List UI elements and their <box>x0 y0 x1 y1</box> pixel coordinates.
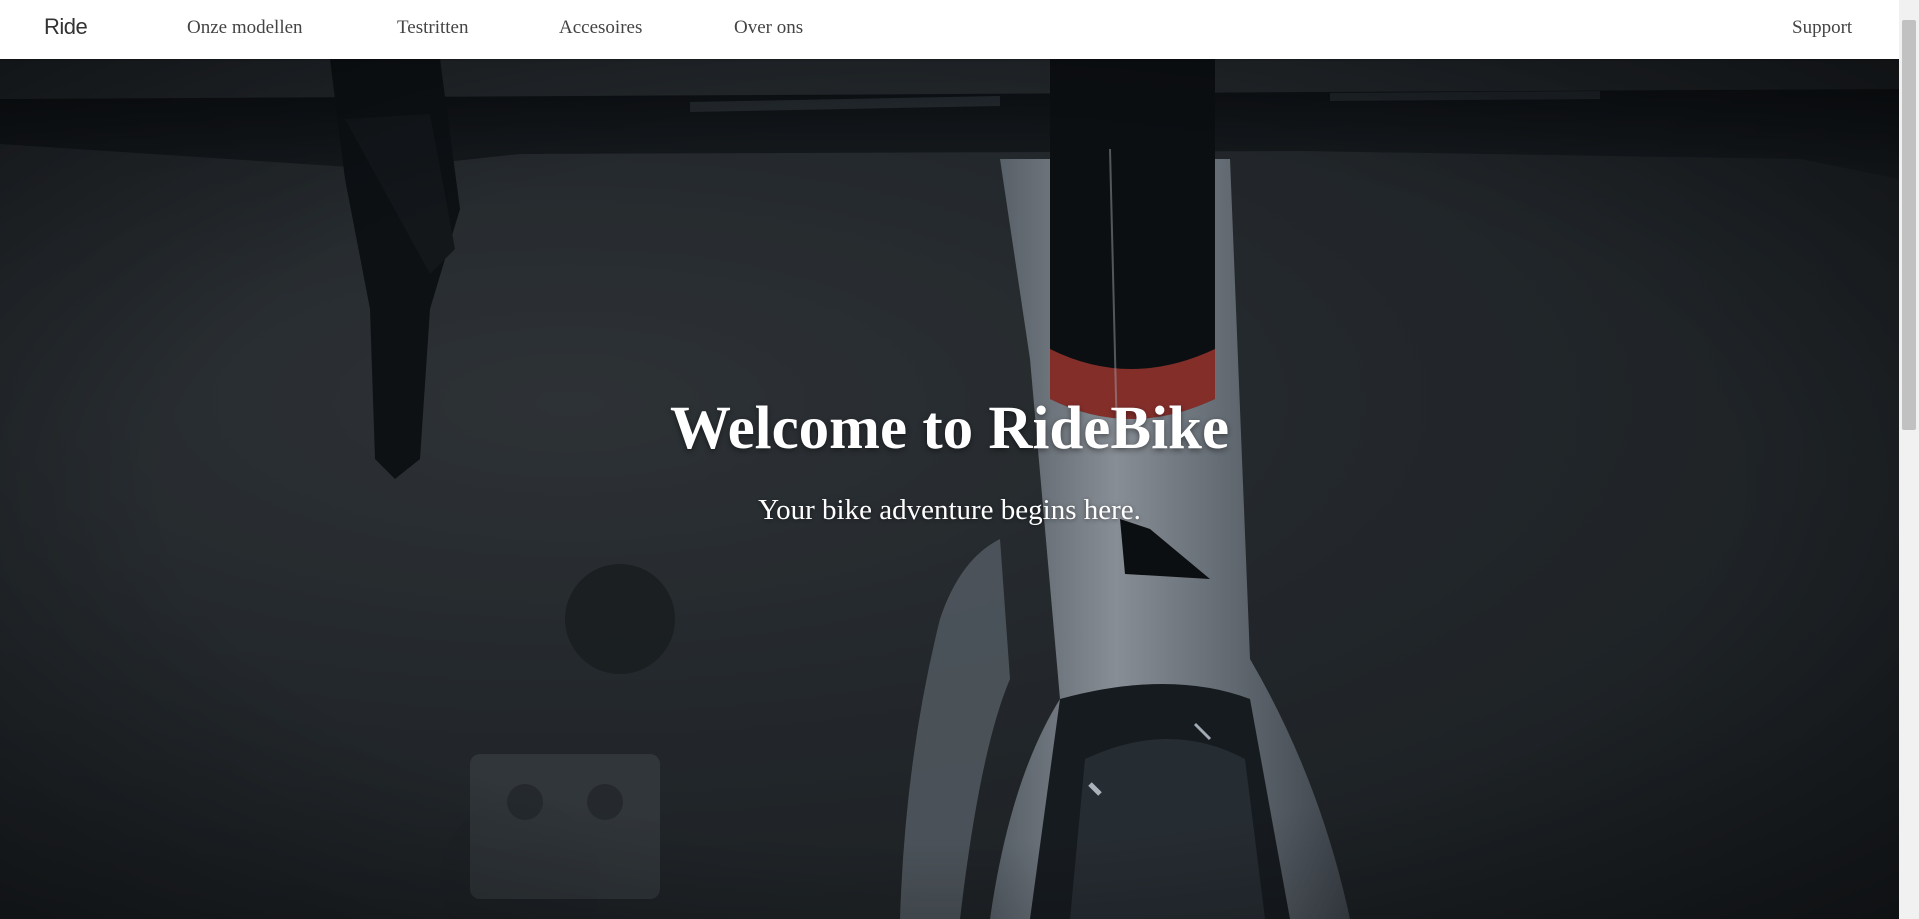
page: Ride Onze modellen Testritten Accesoires… <box>0 0 1919 919</box>
nav-link-support[interactable]: Support <box>1792 17 1852 39</box>
hero-dark-overlay <box>0 59 1899 919</box>
nav-link-over-ons[interactable]: Over ons <box>734 17 803 39</box>
nav-link-testritten[interactable]: Testritten <box>397 17 468 39</box>
top-navbar: Ride Onze modellen Testritten Accesoires… <box>0 0 1899 59</box>
hero-subtitle: Your bike adventure begins here. <box>758 494 1141 526</box>
hero-title: Welcome to RideBike <box>669 395 1230 462</box>
hero-section: Welcome to RideBike Your bike adventure … <box>0 59 1899 919</box>
nav-link-onze-modellen[interactable]: Onze modellen <box>187 17 303 39</box>
ride-logo[interactable]: Ride <box>44 14 88 40</box>
vertical-scrollbar[interactable] <box>1899 0 1919 919</box>
scrollbar-thumb[interactable] <box>1902 20 1916 430</box>
nav-link-accesoires[interactable]: Accesoires <box>559 17 642 39</box>
